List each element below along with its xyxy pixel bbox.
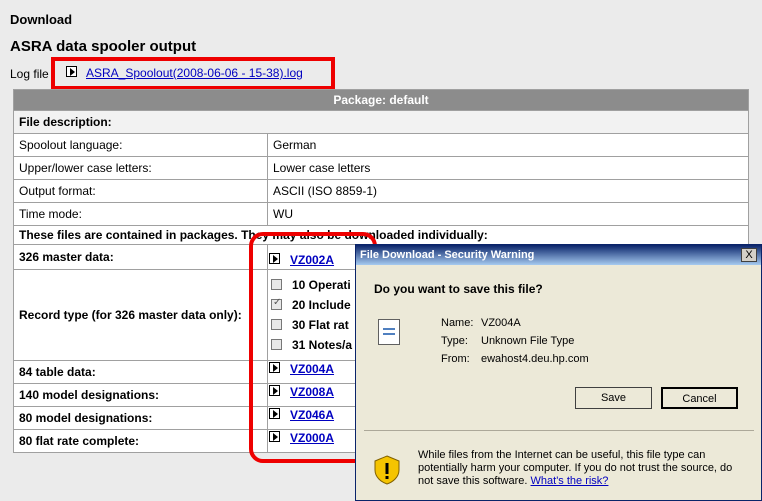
dialog-question: Do you want to save this file?	[374, 282, 543, 296]
table-row: Time mode: WU	[13, 202, 749, 226]
log-file-label: Log file	[10, 67, 49, 81]
dialog-title: File Download - Security Warning	[356, 245, 761, 265]
file-label: 84 table data:	[13, 360, 268, 384]
contained-files-heading: These files are contained in packages. T…	[13, 225, 749, 245]
save-button[interactable]: Save	[575, 387, 652, 409]
row-label: Time mode:	[13, 202, 268, 226]
file-icon	[378, 319, 400, 345]
section-title: Download	[10, 12, 73, 27]
divider	[364, 430, 754, 431]
table-row: Output format: ASCII (ISO 8859-1)	[13, 179, 749, 203]
page-title: ASRA data spooler output	[10, 38, 197, 55]
type-label: Type:	[441, 335, 468, 347]
from-label: From:	[441, 353, 470, 365]
file-download-dialog: File Download - Security Warning X Do yo…	[355, 244, 762, 501]
highlight-box-log	[51, 57, 335, 90]
warning-shield-icon	[374, 455, 400, 485]
name-value: VZ004A	[481, 317, 521, 329]
table-row: Spoolout language: German	[13, 133, 749, 157]
row-label: Spoolout language:	[13, 133, 268, 157]
master-data-label: 326 master data:	[13, 244, 268, 270]
file-label: 80 flat rate complete:	[13, 429, 268, 453]
row-value: German	[267, 133, 749, 157]
row-value: WU	[267, 202, 749, 226]
row-label: Upper/lower case letters:	[13, 156, 268, 180]
table-row: Upper/lower case letters: Lower case lett…	[13, 156, 749, 180]
row-label: Output format:	[13, 179, 268, 203]
from-value: ewahost4.deu.hp.com	[481, 353, 589, 365]
package-header: Package: default	[13, 89, 749, 111]
record-type-label: Record type (for 326 master data only):	[13, 269, 268, 361]
file-description-heading: File description:	[13, 110, 749, 134]
row-value: Lower case letters	[267, 156, 749, 180]
file-label: 80 model designations:	[13, 406, 268, 430]
type-value: Unknown File Type	[481, 335, 575, 347]
close-button[interactable]: X	[741, 248, 757, 262]
row-value: ASCII (ISO 8859-1)	[267, 179, 749, 203]
file-label: 140 model designations:	[13, 383, 268, 407]
cancel-button[interactable]: Cancel	[661, 387, 738, 409]
name-label: Name:	[441, 317, 474, 329]
whats-the-risk-link[interactable]: What's the risk?	[531, 475, 609, 487]
warning-text: While files from the Internet can be use…	[418, 449, 750, 488]
